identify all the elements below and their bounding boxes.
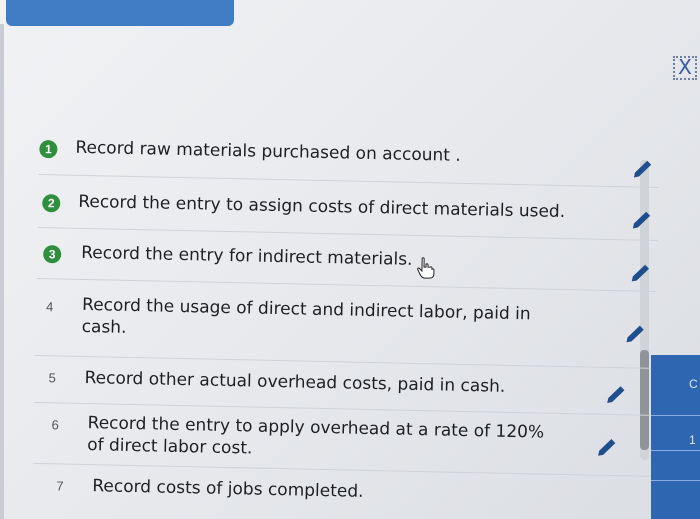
task-text: Record the entry for indirect materials.	[81, 242, 413, 270]
list-item[interactable]: 4 Record the usage of direct and indirec…	[35, 278, 657, 369]
item-number: 5	[48, 370, 56, 386]
pencil-icon[interactable]	[630, 207, 654, 231]
task-text: Record the entry to apply overhead at a …	[86, 413, 545, 459]
item-number: 4	[45, 299, 54, 315]
task-text: Record other actual overhead costs, paid…	[84, 367, 506, 397]
transaction-list: 1 Record raw materials purchased on acco…	[32, 120, 660, 517]
side-panel-fragment: C	[689, 377, 698, 391]
completed-badge: 3	[43, 245, 62, 264]
task-text: Record raw materials purchased on accoun…	[75, 137, 461, 166]
pencil-icon[interactable]	[604, 382, 628, 406]
task-text: Record the usage of direct and indirect …	[81, 294, 531, 338]
top-tab[interactable]	[6, 0, 234, 26]
top-tab-label	[6, 0, 234, 6]
hand-cursor-icon	[417, 257, 435, 279]
task-text: Record the entry to assign costs of dire…	[78, 191, 566, 223]
pencil-icon[interactable]	[595, 435, 619, 459]
close-button[interactable]: X	[673, 56, 697, 80]
completed-badge: 1	[39, 139, 58, 159]
item-number: 7	[56, 478, 64, 494]
completed-badge: 2	[42, 194, 61, 213]
panel-left-border	[0, 24, 4, 519]
pencil-icon[interactable]	[623, 321, 647, 345]
pencil-icon[interactable]	[629, 260, 653, 284]
side-panel: C 1	[651, 355, 700, 519]
item-number: 6	[51, 417, 60, 433]
pencil-icon[interactable]	[631, 156, 655, 180]
side-panel-fragment: 1	[689, 433, 696, 447]
task-text: Record costs of jobs completed.	[92, 476, 364, 502]
